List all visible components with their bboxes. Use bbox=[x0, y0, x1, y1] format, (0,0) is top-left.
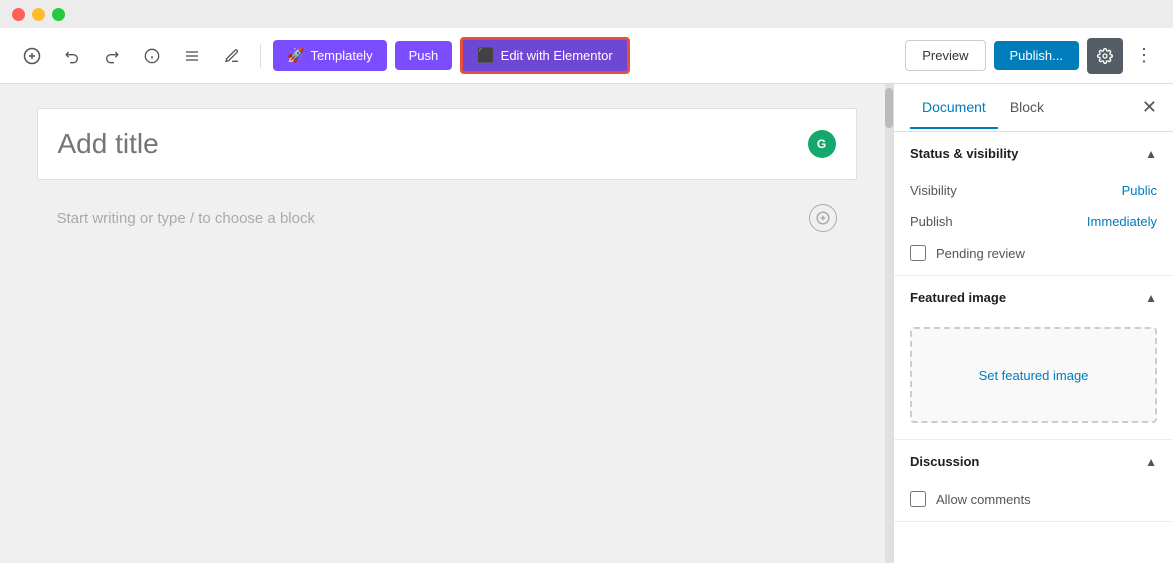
status-visibility-section: Status & visibility ▲ Visibility Public … bbox=[894, 132, 1173, 276]
discussion-header[interactable]: Discussion ▲ bbox=[894, 440, 1173, 483]
allow-comments-checkbox[interactable] bbox=[910, 491, 926, 507]
allow-comments-label: Allow comments bbox=[936, 492, 1031, 507]
title-bar bbox=[0, 0, 1173, 28]
toolbar-divider bbox=[260, 44, 261, 68]
preview-button[interactable]: Preview bbox=[905, 40, 985, 71]
discussion-chevron-icon: ▲ bbox=[1145, 455, 1157, 469]
allow-comments-row: Allow comments bbox=[894, 483, 1173, 521]
tab-block[interactable]: Block bbox=[998, 87, 1056, 129]
content-placeholder: Start writing or type / to choose a bloc… bbox=[57, 210, 315, 227]
publish-label: Publish bbox=[910, 214, 953, 229]
status-visibility-title: Status & visibility bbox=[910, 146, 1018, 161]
push-button[interactable]: Push bbox=[395, 41, 453, 70]
sidebar-close-button[interactable]: ✕ bbox=[1142, 97, 1157, 118]
editor-scrollbar[interactable] bbox=[885, 84, 893, 563]
elementor-icon: ⬛ bbox=[477, 47, 494, 64]
sidebar: Document Block ✕ Status & visibility ▲ V… bbox=[893, 84, 1173, 563]
add-block-inline-button[interactable] bbox=[809, 204, 837, 232]
undo-button[interactable] bbox=[56, 40, 88, 72]
content-block: Start writing or type / to choose a bloc… bbox=[37, 188, 857, 248]
grammarly-icon: G bbox=[808, 130, 836, 158]
featured-image-title: Featured image bbox=[910, 290, 1006, 305]
add-block-toolbar-button[interactable] bbox=[16, 40, 48, 72]
main-layout: G Start writing or type / to choose a bl… bbox=[0, 84, 1173, 563]
tools-button[interactable] bbox=[216, 40, 248, 72]
status-visibility-header[interactable]: Status & visibility ▲ bbox=[894, 132, 1173, 175]
set-featured-image-button[interactable]: Set featured image bbox=[910, 327, 1157, 423]
publish-value[interactable]: Immediately bbox=[1087, 214, 1157, 229]
more-options-button[interactable]: ⋮ bbox=[1131, 45, 1157, 66]
pending-review-checkbox[interactable] bbox=[910, 245, 926, 261]
featured-image-chevron-icon: ▲ bbox=[1145, 291, 1157, 305]
publish-button[interactable]: Publish... bbox=[994, 41, 1079, 70]
pending-review-row: Pending review bbox=[894, 237, 1173, 275]
info-button[interactable] bbox=[136, 40, 168, 72]
editor-content: G Start writing or type / to choose a bl… bbox=[37, 108, 857, 248]
visibility-label: Visibility bbox=[910, 183, 957, 198]
minimize-button[interactable] bbox=[32, 8, 45, 21]
settings-button[interactable] bbox=[1087, 38, 1123, 74]
close-button[interactable] bbox=[12, 8, 25, 21]
title-block[interactable]: G bbox=[37, 108, 857, 180]
discussion-title: Discussion bbox=[910, 454, 979, 469]
visibility-value[interactable]: Public bbox=[1122, 183, 1157, 198]
tab-document[interactable]: Document bbox=[910, 87, 998, 129]
status-visibility-chevron-icon: ▲ bbox=[1145, 147, 1157, 161]
sidebar-tabs: Document Block ✕ bbox=[894, 84, 1173, 132]
pending-review-label: Pending review bbox=[936, 246, 1025, 261]
visibility-row: Visibility Public bbox=[894, 175, 1173, 206]
toolbar: 🚀 Templately Push ⬛ Edit with Elementor … bbox=[0, 28, 1173, 84]
templately-button[interactable]: 🚀 Templately bbox=[273, 40, 387, 71]
maximize-button[interactable] bbox=[52, 8, 65, 21]
editor-area: G Start writing or type / to choose a bl… bbox=[0, 84, 893, 563]
edit-with-elementor-button[interactable]: ⬛ Edit with Elementor bbox=[460, 37, 629, 74]
featured-image-section: Featured image ▲ Set featured image bbox=[894, 276, 1173, 440]
post-title-input[interactable] bbox=[58, 128, 808, 160]
block-navigation-button[interactable] bbox=[176, 40, 208, 72]
editor-scrollbar-thumb bbox=[885, 88, 893, 128]
featured-image-header[interactable]: Featured image ▲ bbox=[894, 276, 1173, 319]
redo-button[interactable] bbox=[96, 40, 128, 72]
templately-icon: 🚀 bbox=[287, 47, 304, 64]
publish-row: Publish Immediately bbox=[894, 206, 1173, 237]
discussion-section: Discussion ▲ Allow comments bbox=[894, 440, 1173, 522]
